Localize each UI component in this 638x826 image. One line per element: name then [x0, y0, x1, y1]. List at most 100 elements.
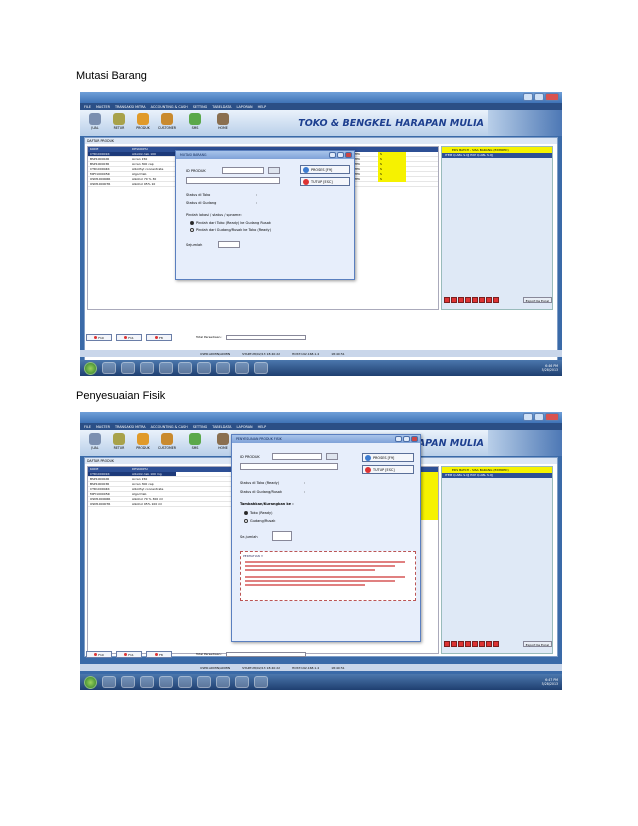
export-excel-button[interactable]: Export Ke Excel	[522, 296, 552, 303]
taskbar-app[interactable]	[140, 676, 154, 688]
menu-help[interactable]: HELP	[258, 105, 267, 109]
menu-master[interactable]: MASTER	[96, 425, 110, 429]
f8-button[interactable]: F8	[146, 650, 172, 658]
minimize-button[interactable]	[523, 93, 533, 101]
option-gudang-ke-toko-radio[interactable]	[190, 228, 194, 232]
dialog-minimize-button[interactable]	[329, 152, 336, 158]
proses-button[interactable]: PROSES [F9]	[300, 165, 350, 174]
taskbar-app[interactable]	[102, 676, 116, 688]
toolbar-customer-button[interactable]: CUSTOMER	[156, 112, 178, 134]
taskbar-app[interactable]	[178, 676, 192, 688]
menu-file[interactable]: FILE	[84, 105, 91, 109]
lookup-button[interactable]	[268, 167, 280, 174]
close-button[interactable]	[545, 413, 559, 421]
dialog-maximize-button[interactable]	[337, 152, 344, 158]
nav-button[interactable]	[479, 640, 485, 647]
nav-button[interactable]	[444, 296, 450, 303]
proses-button[interactable]: PROSES [F9]	[362, 453, 414, 462]
taskbar-app[interactable]	[121, 676, 135, 688]
nav-button[interactable]	[451, 296, 457, 303]
quantity-input[interactable]	[218, 241, 240, 248]
taskbar-app[interactable]	[178, 362, 192, 374]
menu-tabeldata[interactable]: TABELDATA	[212, 105, 231, 109]
f11-button[interactable]: F11	[116, 333, 142, 341]
toolbar-jual-button[interactable]: JUAL	[84, 112, 106, 134]
option-toko-ke-gudang-radio[interactable]	[190, 221, 194, 225]
maximize-button[interactable]	[534, 413, 544, 421]
menu-setting[interactable]: SETTING	[193, 105, 208, 109]
taskbar-app[interactable]	[216, 676, 230, 688]
taskbar-app[interactable]	[159, 676, 173, 688]
menu-laporan[interactable]: LAPORAN	[237, 425, 253, 429]
menu-tabeldata[interactable]: TABELDATA	[212, 425, 231, 429]
nav-button[interactable]	[493, 640, 499, 647]
tutup-button[interactable]: TUTUP [ESC]	[300, 177, 350, 186]
status-start: START:28/02/13 18:40:22	[242, 351, 281, 356]
taskbar-app[interactable]	[216, 362, 230, 374]
taskbar-app[interactable]	[121, 362, 135, 374]
toolbar-produk-button[interactable]: PRODUK	[132, 432, 154, 454]
tutup-button[interactable]: TUTUP [ESC]	[362, 465, 414, 474]
taskbar-app[interactable]	[254, 362, 268, 374]
id-produk-input[interactable]	[272, 453, 322, 460]
menu-accounting[interactable]: ACCOUNTING & CASH	[151, 105, 188, 109]
nav-button[interactable]	[444, 640, 450, 647]
toolbar-customer-button[interactable]: CUSTOMER	[156, 432, 178, 454]
nav-button[interactable]	[472, 640, 478, 647]
nav-button[interactable]	[458, 640, 464, 647]
menu-master[interactable]: MASTER	[96, 105, 110, 109]
expired-panel: EDS BATCH - SISA BARANG (EXPIRED) ITEM Q…	[441, 146, 553, 310]
menu-accounting[interactable]: ACCOUNTING & CASH	[151, 425, 188, 429]
toolbar-retur-button[interactable]: RETUR	[108, 112, 130, 134]
f10-button[interactable]: F10	[86, 650, 112, 658]
toolbar-sms-button[interactable]: SMS	[184, 432, 206, 454]
nav-button[interactable]	[465, 296, 471, 303]
toolbar-produk-button[interactable]: PRODUK	[132, 112, 154, 134]
start-button[interactable]	[84, 675, 97, 689]
dialog-close-button[interactable]	[411, 436, 418, 442]
dialog-maximize-button[interactable]	[403, 436, 410, 442]
nav-button[interactable]	[493, 296, 499, 303]
taskbar-app[interactable]	[140, 362, 154, 374]
option-gudang-radio[interactable]	[244, 519, 248, 523]
taskbar-app[interactable]	[197, 676, 211, 688]
taskbar-app[interactable]	[197, 362, 211, 374]
id-produk-input[interactable]	[222, 167, 264, 174]
taskbar-app[interactable]	[235, 676, 249, 688]
nav-button[interactable]	[465, 640, 471, 647]
dialog-minimize-button[interactable]	[395, 436, 402, 442]
menu-laporan[interactable]: LAPORAN	[237, 105, 253, 109]
dialog-close-button[interactable]	[345, 152, 352, 158]
option-toko-radio[interactable]	[244, 511, 248, 515]
nav-button[interactable]	[458, 296, 464, 303]
f10-button[interactable]: F10	[86, 333, 112, 341]
menu-setting[interactable]: SETTING	[193, 425, 208, 429]
close-button[interactable]	[545, 93, 559, 101]
toolbar-sms-button[interactable]: SMS	[184, 112, 206, 134]
toolbar-jual-button[interactable]: JUAL	[84, 432, 106, 454]
nav-button[interactable]	[486, 640, 492, 647]
menu-transaksi[interactable]: TRANSAKSI MITRA	[115, 425, 146, 429]
f8-button[interactable]: F8	[146, 333, 172, 341]
menu-file[interactable]: FILE	[84, 425, 91, 429]
taskbar-app[interactable]	[235, 362, 249, 374]
nav-button[interactable]	[472, 296, 478, 303]
quantity-input[interactable]	[272, 531, 292, 541]
toolbar-retur-button[interactable]: RETUR	[108, 432, 130, 454]
taskbar-app[interactable]	[159, 362, 173, 374]
taskbar-app[interactable]	[254, 676, 268, 688]
maximize-button[interactable]	[534, 93, 544, 101]
f11-button[interactable]: F11	[116, 650, 142, 658]
nav-button[interactable]	[451, 640, 457, 647]
lookup-button[interactable]	[326, 453, 338, 460]
start-button[interactable]	[84, 361, 97, 375]
menu-transaksi[interactable]: TRANSAKSI MITRA	[115, 105, 146, 109]
menu-help[interactable]: HELP	[258, 425, 267, 429]
note-line	[245, 576, 405, 578]
toolbar-home-button[interactable]: HOME	[212, 112, 234, 134]
nav-button[interactable]	[479, 296, 485, 303]
minimize-button[interactable]	[523, 413, 533, 421]
taskbar-app[interactable]	[102, 362, 116, 374]
nav-button[interactable]	[486, 296, 492, 303]
export-excel-button[interactable]: Export Ke Excel	[522, 640, 552, 647]
